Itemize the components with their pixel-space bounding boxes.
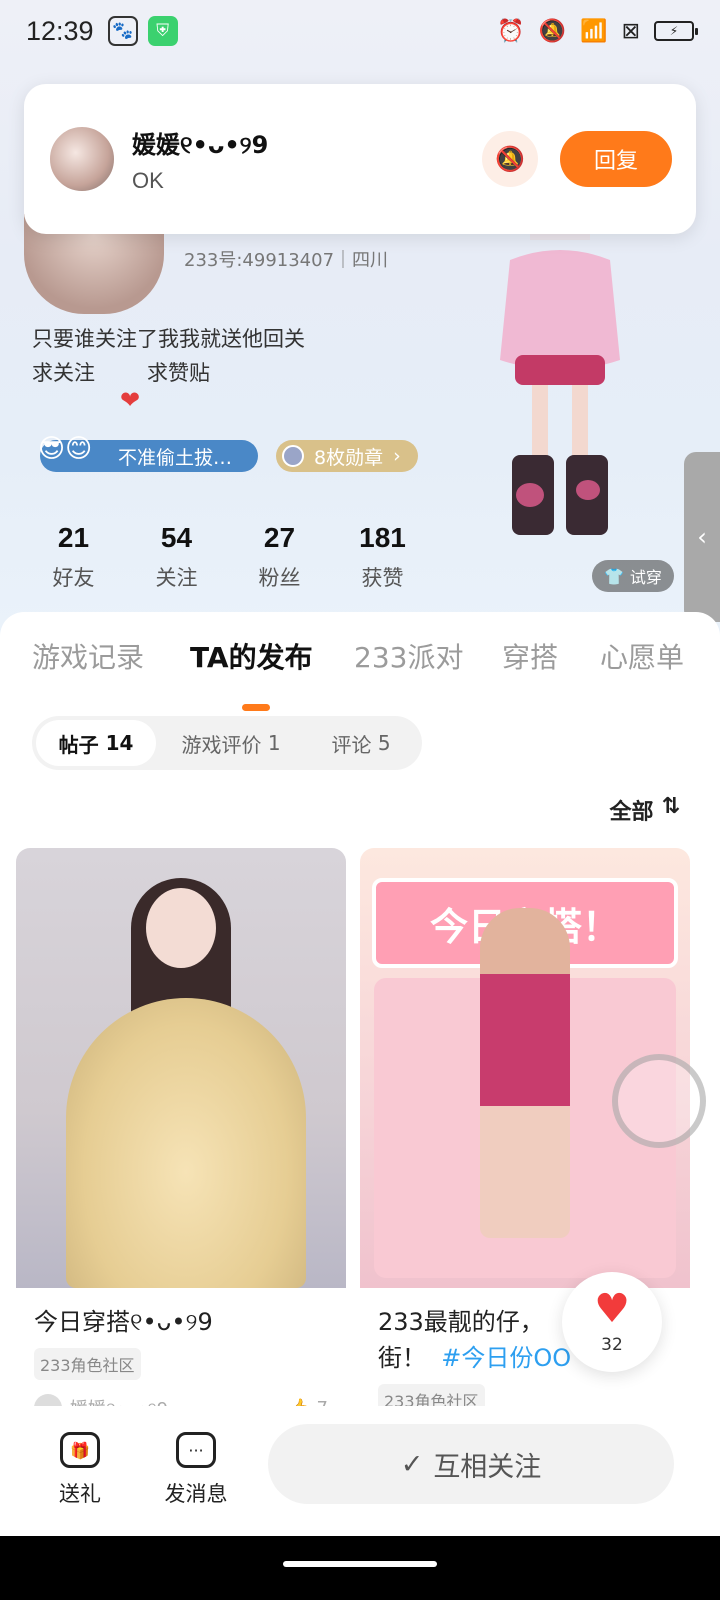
profile-stats: 21 好友 54 关注 27 粉丝 181 获赞 <box>22 522 434 592</box>
try-on-label: 试穿 <box>629 568 662 587</box>
try-on-button[interactable]: 👕 试穿 <box>592 560 674 592</box>
message-notification[interactable]: 媛媛୧•ᴗ•୨9 OK 🔕 回复 <box>24 84 696 234</box>
shirt-icon: 👕 <box>604 566 624 586</box>
check-icon: ✓ <box>400 1448 424 1480</box>
floating-like-count: 32 <box>601 1335 623 1355</box>
paw-app-icon: 🐾 <box>107 16 138 46</box>
subtab-comments[interactable]: 评论 5 <box>306 720 416 766</box>
stat-label: 好友 <box>52 566 95 590</box>
stat-label: 获赞 <box>361 566 404 590</box>
gift-button[interactable]: 🎁 送礼 <box>40 1432 120 1508</box>
figure-leg-left <box>532 385 548 465</box>
home-gesture-handle[interactable] <box>283 1561 437 1567</box>
medals-label: 8枚勋章 <box>314 446 384 469</box>
title-badge-label: 不准偷土拔… <box>118 446 233 469</box>
subtab-posts[interactable]: 帖子 14 <box>36 720 156 766</box>
floating-assist-ball[interactable] <box>612 1054 706 1148</box>
bell-off-icon: 🔕 <box>538 18 567 44</box>
subtab-count: 5 <box>377 731 391 755</box>
mutual-follow-button[interactable]: ✓ 互相关注 <box>268 1424 674 1504</box>
side-panel-handle[interactable]: ‹ <box>684 452 720 622</box>
sort-label: 全部 <box>609 800 654 825</box>
image-figure <box>480 908 570 1238</box>
profile-tabs: 游戏记录 TA的发布 233派对 穿搭 心愿单 <box>0 636 720 688</box>
tab-wishlist[interactable]: 心愿单 <box>600 636 684 676</box>
sender-avatar <box>48 125 116 193</box>
status-time: 12:39 <box>26 15 94 46</box>
message-label: 发消息 <box>164 1482 228 1506</box>
post-title: 今日穿搭୧•ᴗ•୨9 <box>34 1308 213 1336</box>
wifi-icon: 📶 <box>580 18 608 44</box>
medals-button[interactable]: 8枚勋章 › <box>276 440 418 472</box>
mute-button[interactable]: 🔕 <box>482 131 538 187</box>
message-preview: OK <box>132 167 164 193</box>
stat-number: 181 <box>359 522 406 553</box>
gift-label: 送礼 <box>59 1482 101 1506</box>
gift-icon: 🎁 <box>60 1432 100 1468</box>
figure-jacket <box>500 250 620 370</box>
medal-icon <box>282 445 304 467</box>
avatar-3d-figure[interactable] <box>470 220 650 570</box>
heart-icon: ❤ <box>120 386 141 414</box>
active-tab-indicator <box>242 704 270 711</box>
tab-233-party[interactable]: 233派对 <box>354 636 463 676</box>
post-title-text: 街！ <box>378 1344 426 1372</box>
post-hashtag[interactable]: #今日份OO <box>441 1344 571 1372</box>
tab-ta-posts[interactable]: TA的发布 <box>190 636 313 676</box>
shield-app-icon: ⛨ <box>147 16 178 46</box>
figure-boot-pattern <box>516 483 544 507</box>
tab-game-records[interactable]: 游戏记录 <box>32 636 144 676</box>
title-badge[interactable]: 😎😊 不准偷土拔… <box>38 434 258 472</box>
bio: 只要谁关注了我我就送他回关 求关注 求赞贴 <box>32 322 305 390</box>
reply-button[interactable]: 回复 <box>560 131 672 187</box>
image-figure <box>146 888 216 968</box>
post-title-text: 233最靓的仔， <box>378 1308 544 1336</box>
chat-icon: ··· <box>176 1432 216 1468</box>
bio-line: 只要谁关注了我我就送他回关 <box>32 327 305 351</box>
subtab-count: 14 <box>105 731 134 755</box>
bio-line: 求关注 <box>32 361 95 385</box>
stat-friends[interactable]: 21 好友 <box>22 522 125 592</box>
figure-leg-right <box>572 385 588 465</box>
system-navigation-bar <box>0 1536 720 1600</box>
battery-icon: ⚡ <box>654 21 698 41</box>
figure-boot-pattern <box>576 480 600 500</box>
tab-outfits[interactable]: 穿搭 <box>502 636 558 676</box>
sort-icon: ⇅ <box>661 794 680 819</box>
heart-icon: ♥ <box>594 1286 630 1332</box>
sim-off-icon: ⊠ <box>621 18 640 44</box>
stat-fans[interactable]: 27 粉丝 <box>228 522 331 592</box>
user-id-location: 233号:49913407｜四川 <box>184 250 389 271</box>
subtab-game-reviews[interactable]: 游戏评价 1 <box>156 720 306 766</box>
bell-off-icon: 🔕 <box>495 145 525 173</box>
stat-number: 21 <box>57 522 90 553</box>
follow-label: 互相关注 <box>433 1451 542 1483</box>
chevron-right-icon: › <box>393 445 401 467</box>
subtab-label: 游戏评价 <box>181 732 262 757</box>
stat-likes[interactable]: 181 获赞 <box>331 522 434 592</box>
alarm-icon: ⏰ <box>497 18 525 44</box>
stat-following[interactable]: 54 关注 <box>125 522 228 592</box>
sender-name: 媛媛୧•ᴗ•୨9 <box>132 130 269 159</box>
message-button[interactable]: ··· 发消息 <box>156 1432 236 1508</box>
post-image <box>16 848 346 1288</box>
post-tag[interactable]: 233角色社区 <box>34 1348 141 1380</box>
sunglasses-emoji-icon: 😎😊 <box>38 434 93 464</box>
status-bar: 12:39 🐾 ⛨ ⏰ 🔕 📶 ⊠ ⚡ <box>0 0 720 62</box>
figure-skirt <box>515 355 605 385</box>
subtab-count: 1 <box>267 731 281 755</box>
subtab-label: 评论 <box>331 732 372 757</box>
image-figure <box>66 998 306 1288</box>
stat-number: 54 <box>160 522 193 553</box>
stat-number: 27 <box>263 522 296 553</box>
post-card[interactable]: 今日穿搭୧•ᴗ•୨9 233角色社区 媛媛୧•ᴗ•୨9 👍 7 <box>16 848 346 1436</box>
subtab-label: 帖子 <box>58 732 99 757</box>
post-type-filter: 帖子 14 游戏评价 1 评论 5 <box>32 716 422 770</box>
sort-dropdown[interactable]: 全部 ⇅ <box>610 794 680 826</box>
stat-label: 关注 <box>155 566 198 590</box>
chevron-left-icon: ‹ <box>697 523 707 551</box>
floating-like-button[interactable]: ♥ 32 <box>562 1272 662 1372</box>
stat-label: 粉丝 <box>258 566 301 590</box>
bio-line: 求赞贴 <box>147 361 210 385</box>
